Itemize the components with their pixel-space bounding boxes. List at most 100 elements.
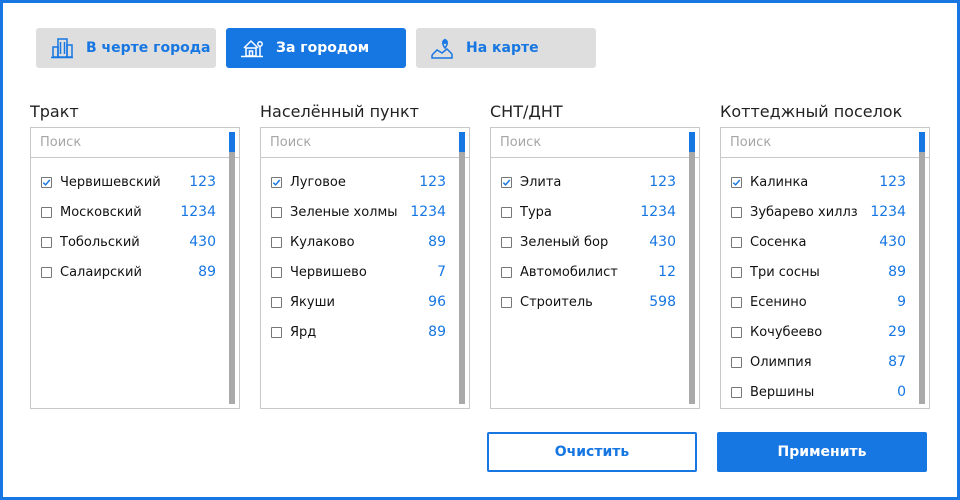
search-input-snt-dnt[interactable] — [491, 128, 699, 158]
checkbox[interactable] — [731, 356, 742, 368]
list-item-count: 430 — [879, 234, 906, 250]
list-item-count: 1234 — [180, 204, 216, 220]
tab-out-of-city[interactable]: За городом — [226, 28, 406, 68]
scrollbar[interactable] — [689, 132, 695, 404]
scrollbar-thumb[interactable] — [459, 132, 465, 152]
checkbox[interactable] — [41, 206, 52, 218]
list-item[interactable]: Зеленый бор 430 — [501, 232, 676, 252]
checkbox[interactable] — [501, 206, 512, 218]
column-title-cottage-village: Коттеджный поселок — [720, 102, 903, 121]
city-buildings-icon — [51, 38, 73, 59]
scrollbar-thumb[interactable] — [689, 132, 695, 152]
checkbox[interactable] — [731, 296, 742, 308]
list-item-label: Луговое — [290, 174, 346, 190]
scrollbar[interactable] — [459, 132, 465, 404]
list-item[interactable]: Вершины 0 — [731, 382, 906, 402]
checkbox[interactable] — [271, 266, 282, 278]
checkbox[interactable] — [731, 386, 742, 398]
list-item[interactable]: Кочубеево 29 — [731, 322, 906, 342]
checkbox[interactable] — [41, 236, 52, 248]
checkbox-checked[interactable] — [41, 176, 52, 188]
checkbox[interactable] — [501, 296, 512, 308]
list-item-count: 598 — [649, 294, 676, 310]
list-settlement: Луговое 123 Зеленые холмы 1234 Кулаково 89 Чер… — [261, 158, 469, 408]
checkmark-icon — [272, 179, 281, 186]
list-item[interactable]: Якуши 96 — [271, 292, 446, 312]
scrollbar-thumb[interactable] — [919, 132, 925, 152]
search-input-cottage-village[interactable] — [721, 128, 929, 158]
list-item[interactable]: Луговое 123 — [271, 172, 446, 192]
list-item-count: 1234 — [870, 204, 906, 220]
list-item[interactable]: Сосенка 430 — [731, 232, 906, 252]
checkbox[interactable] — [271, 206, 282, 218]
checkmark-icon — [42, 179, 51, 186]
list-item[interactable]: Салаирский 89 — [41, 262, 216, 282]
list-item[interactable]: Три сосны 89 — [731, 262, 906, 282]
checkbox[interactable] — [501, 266, 512, 278]
search-input-tract[interactable] — [31, 128, 239, 158]
list-item-label: Олимпия — [750, 354, 812, 370]
list-item[interactable]: Московский 1234 — [41, 202, 216, 222]
list-item-label: Калинка — [750, 174, 809, 190]
list-snt-dnt: Элита 123 Тура 1234 Зеленый бор 430 Автомобили… — [491, 158, 699, 408]
checkbox[interactable] — [731, 326, 742, 338]
list-item-label: Кулаково — [290, 234, 355, 250]
tab-on-map[interactable]: На карте — [416, 28, 596, 68]
checkbox[interactable] — [731, 206, 742, 218]
scrollbar[interactable] — [229, 132, 235, 404]
scrollbar-thumb[interactable] — [229, 132, 235, 152]
scrollbar[interactable] — [919, 132, 925, 404]
list-item-count: 430 — [189, 234, 216, 250]
checkbox[interactable] — [41, 266, 52, 278]
list-tract: Червишевский 123 Московский 1234 Тобольский 4… — [31, 158, 239, 408]
list-item-count: 123 — [419, 174, 446, 190]
country-house-icon — [241, 39, 263, 58]
column-title-snt-dnt: СНТ/ДНТ — [490, 102, 563, 121]
list-item-count: 29 — [888, 324, 906, 340]
checkbox[interactable] — [271, 236, 282, 248]
tab-in-city-label: В черте города — [86, 40, 211, 56]
checkmark-icon — [732, 179, 741, 186]
checkbox[interactable] — [731, 236, 742, 248]
checkbox-checked[interactable] — [271, 176, 282, 188]
tab-out-of-city-label: За городом — [276, 40, 370, 56]
list-item[interactable]: Олимпия 87 — [731, 352, 906, 372]
list-item-count: 89 — [428, 324, 446, 340]
list-item[interactable]: Зеленые холмы 1234 — [271, 202, 446, 222]
list-item[interactable]: Червишево 7 — [271, 262, 446, 282]
list-item-label: Зеленый бор — [520, 234, 609, 250]
list-item[interactable]: Элита 123 — [501, 172, 676, 192]
list-item[interactable]: Червишевский 123 — [41, 172, 216, 192]
list-item[interactable]: Кулаково 89 — [271, 232, 446, 252]
apply-button[interactable]: Применить — [717, 432, 927, 472]
list-cottage-village: Калинка 123 Зубарево хиллз 1234 Сосенка 430 Тр… — [721, 158, 929, 408]
checkbox[interactable] — [271, 326, 282, 338]
map-pin-icon — [431, 38, 453, 59]
list-item[interactable]: Строитель 598 — [501, 292, 676, 312]
list-item-label: Зубарево хиллз — [750, 204, 858, 220]
list-item-label: Тура — [520, 204, 552, 220]
list-item-label: Салаирский — [60, 264, 142, 280]
list-item-label: Червишевский — [60, 174, 161, 190]
list-item[interactable]: Автомобилист 12 — [501, 262, 676, 282]
checkbox[interactable] — [271, 296, 282, 308]
list-item[interactable]: Тура 1234 — [501, 202, 676, 222]
list-panel-snt-dnt: Элита 123 Тура 1234 Зеленый бор 430 Автомобили… — [490, 127, 700, 409]
checkbox-checked[interactable] — [731, 176, 742, 188]
list-item-label: Есенино — [750, 294, 807, 310]
list-item[interactable]: Зубарево хиллз 1234 — [731, 202, 906, 222]
list-item[interactable]: Есенино 9 — [731, 292, 906, 312]
checkbox[interactable] — [501, 236, 512, 248]
checkbox-checked[interactable] — [501, 176, 512, 188]
tab-in-city[interactable]: В черте города — [36, 28, 216, 68]
list-item[interactable]: Тобольский 430 — [41, 232, 216, 252]
clear-button[interactable]: Очистить — [487, 432, 697, 472]
checkbox[interactable] — [731, 266, 742, 278]
list-item-count: 89 — [888, 264, 906, 280]
list-item-count: 123 — [189, 174, 216, 190]
list-item-count: 89 — [198, 264, 216, 280]
list-item-label: Тобольский — [60, 234, 140, 250]
search-input-settlement[interactable] — [261, 128, 469, 158]
list-item[interactable]: Ярд 89 — [271, 322, 446, 342]
list-item[interactable]: Калинка 123 — [731, 172, 906, 192]
